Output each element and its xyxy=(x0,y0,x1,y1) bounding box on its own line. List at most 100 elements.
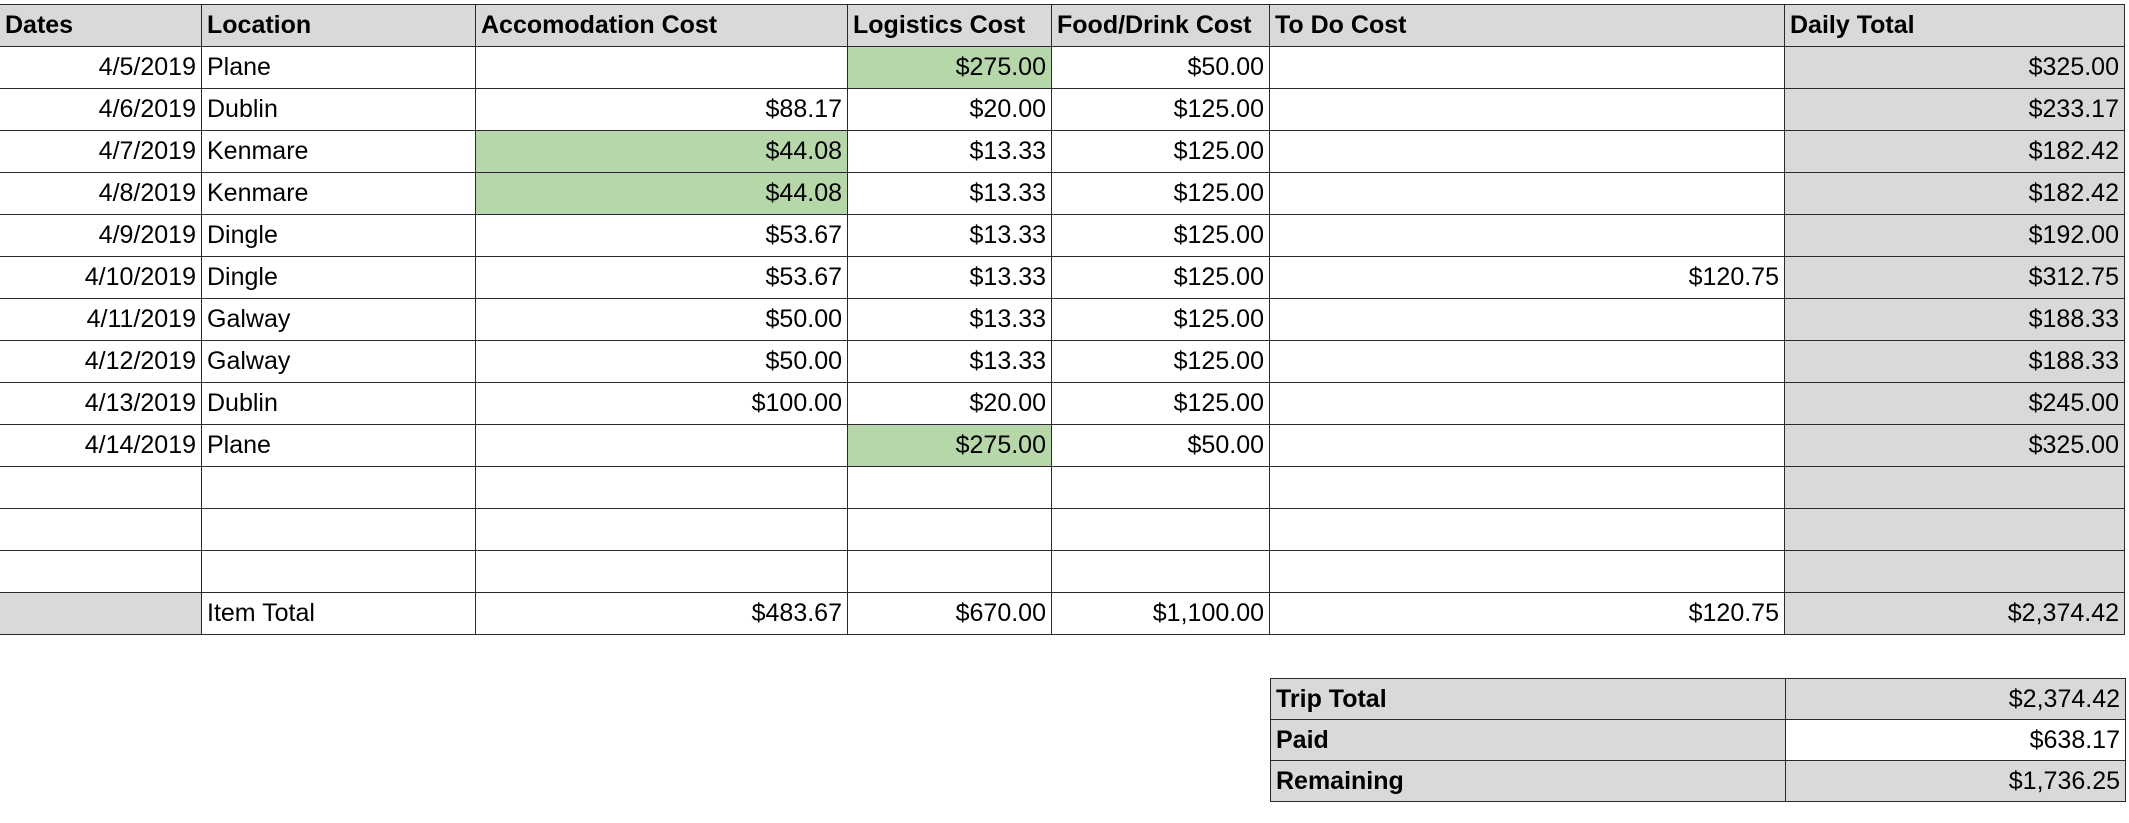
paid-label[interactable]: Paid xyxy=(1270,719,1786,761)
empty-cell[interactable] xyxy=(1051,466,1270,509)
date-cell[interactable]: 4/10/2019 xyxy=(0,256,202,299)
empty-cell[interactable] xyxy=(201,508,476,551)
date-cell[interactable]: 4/9/2019 xyxy=(0,214,202,257)
food-cell[interactable]: $125.00 xyxy=(1051,298,1270,341)
total-todo[interactable]: $120.75 xyxy=(1269,592,1785,635)
date-cell[interactable]: 4/14/2019 xyxy=(0,424,202,467)
daily-total-cell[interactable]: $325.00 xyxy=(1784,424,2125,467)
date-cell[interactable]: 4/5/2019 xyxy=(0,46,202,89)
empty-cell[interactable] xyxy=(1784,550,2125,593)
todo-cell[interactable] xyxy=(1269,46,1785,89)
accommodation-cell[interactable]: $50.00 xyxy=(475,340,848,383)
total-logistics[interactable]: $670.00 xyxy=(847,592,1052,635)
totals-empty-cell[interactable] xyxy=(0,592,202,635)
header-accommodation-cost[interactable]: Accomodation Cost xyxy=(475,4,848,47)
accommodation-cell[interactable]: $44.08 xyxy=(475,172,848,215)
todo-cell[interactable] xyxy=(1269,88,1785,131)
food-cell[interactable]: $125.00 xyxy=(1051,382,1270,425)
date-cell[interactable]: 4/11/2019 xyxy=(0,298,202,341)
header-todo-cost[interactable]: To Do Cost xyxy=(1269,4,1785,47)
location-cell[interactable]: Kenmare xyxy=(201,172,476,215)
total-daily[interactable]: $2,374.42 xyxy=(1784,592,2125,635)
todo-cell[interactable] xyxy=(1269,340,1785,383)
accommodation-cell[interactable]: $88.17 xyxy=(475,88,848,131)
food-cell[interactable]: $125.00 xyxy=(1051,214,1270,257)
header-daily-total[interactable]: Daily Total xyxy=(1784,4,2125,47)
daily-total-cell[interactable]: $312.75 xyxy=(1784,256,2125,299)
food-cell[interactable]: $125.00 xyxy=(1051,130,1270,173)
paid-value[interactable]: $638.17 xyxy=(1785,719,2126,761)
empty-cell[interactable] xyxy=(475,550,848,593)
location-cell[interactable]: Galway xyxy=(201,298,476,341)
empty-cell[interactable] xyxy=(475,508,848,551)
header-logistics-cost[interactable]: Logistics Cost xyxy=(847,4,1052,47)
empty-cell[interactable] xyxy=(847,508,1052,551)
header-dates[interactable]: Dates xyxy=(0,4,202,47)
empty-cell[interactable] xyxy=(201,466,476,509)
daily-total-cell[interactable]: $192.00 xyxy=(1784,214,2125,257)
empty-cell[interactable] xyxy=(1784,508,2125,551)
location-cell[interactable]: Plane xyxy=(201,424,476,467)
logistics-cell[interactable]: $13.33 xyxy=(847,340,1052,383)
location-cell[interactable]: Kenmare xyxy=(201,130,476,173)
daily-total-cell[interactable]: $325.00 xyxy=(1784,46,2125,89)
food-cell[interactable]: $125.00 xyxy=(1051,172,1270,215)
accommodation-cell[interactable]: $50.00 xyxy=(475,298,848,341)
trip-total-label[interactable]: Trip Total xyxy=(1270,678,1786,720)
logistics-cell[interactable]: $13.33 xyxy=(847,298,1052,341)
logistics-cell[interactable]: $275.00 xyxy=(847,424,1052,467)
daily-total-cell[interactable]: $245.00 xyxy=(1784,382,2125,425)
empty-cell[interactable] xyxy=(1269,466,1785,509)
logistics-cell[interactable]: $13.33 xyxy=(847,172,1052,215)
food-cell[interactable]: $50.00 xyxy=(1051,424,1270,467)
empty-cell[interactable] xyxy=(201,550,476,593)
location-cell[interactable]: Plane xyxy=(201,46,476,89)
logistics-cell[interactable]: $20.00 xyxy=(847,382,1052,425)
todo-cell[interactable] xyxy=(1269,424,1785,467)
accommodation-cell[interactable]: $53.67 xyxy=(475,256,848,299)
remaining-label[interactable]: Remaining xyxy=(1270,760,1786,802)
food-cell[interactable]: $50.00 xyxy=(1051,46,1270,89)
header-food-drink-cost[interactable]: Food/Drink Cost xyxy=(1051,4,1270,47)
date-cell[interactable]: 4/12/2019 xyxy=(0,340,202,383)
accommodation-cell[interactable]: $44.08 xyxy=(475,130,848,173)
total-accommodation[interactable]: $483.67 xyxy=(475,592,848,635)
total-food[interactable]: $1,100.00 xyxy=(1051,592,1270,635)
location-cell[interactable]: Dublin xyxy=(201,88,476,131)
date-cell[interactable]: 4/8/2019 xyxy=(0,172,202,215)
empty-cell[interactable] xyxy=(0,550,202,593)
location-cell[interactable]: Dingle xyxy=(201,256,476,299)
date-cell[interactable]: 4/7/2019 xyxy=(0,130,202,173)
header-location[interactable]: Location xyxy=(201,4,476,47)
logistics-cell[interactable]: $275.00 xyxy=(847,46,1052,89)
accommodation-cell[interactable]: $53.67 xyxy=(475,214,848,257)
empty-cell[interactable] xyxy=(1784,466,2125,509)
todo-cell[interactable] xyxy=(1269,172,1785,215)
accommodation-cell[interactable]: $100.00 xyxy=(475,382,848,425)
location-cell[interactable]: Galway xyxy=(201,340,476,383)
remaining-value[interactable]: $1,736.25 xyxy=(1785,760,2126,802)
food-cell[interactable]: $125.00 xyxy=(1051,256,1270,299)
location-cell[interactable]: Dublin xyxy=(201,382,476,425)
todo-cell[interactable]: $120.75 xyxy=(1269,256,1785,299)
todo-cell[interactable] xyxy=(1269,214,1785,257)
empty-cell[interactable] xyxy=(1269,508,1785,551)
logistics-cell[interactable]: $13.33 xyxy=(847,130,1052,173)
daily-total-cell[interactable]: $188.33 xyxy=(1784,340,2125,383)
empty-cell[interactable] xyxy=(847,466,1052,509)
empty-cell[interactable] xyxy=(0,466,202,509)
todo-cell[interactable] xyxy=(1269,130,1785,173)
date-cell[interactable]: 4/13/2019 xyxy=(0,382,202,425)
daily-total-cell[interactable]: $233.17 xyxy=(1784,88,2125,131)
empty-cell[interactable] xyxy=(847,550,1052,593)
logistics-cell[interactable]: $20.00 xyxy=(847,88,1052,131)
empty-cell[interactable] xyxy=(0,508,202,551)
trip-total-value[interactable]: $2,374.42 xyxy=(1785,678,2126,720)
empty-cell[interactable] xyxy=(1269,550,1785,593)
daily-total-cell[interactable]: $182.42 xyxy=(1784,130,2125,173)
location-cell[interactable]: Dingle xyxy=(201,214,476,257)
todo-cell[interactable] xyxy=(1269,298,1785,341)
empty-cell[interactable] xyxy=(1051,508,1270,551)
daily-total-cell[interactable]: $188.33 xyxy=(1784,298,2125,341)
todo-cell[interactable] xyxy=(1269,382,1785,425)
